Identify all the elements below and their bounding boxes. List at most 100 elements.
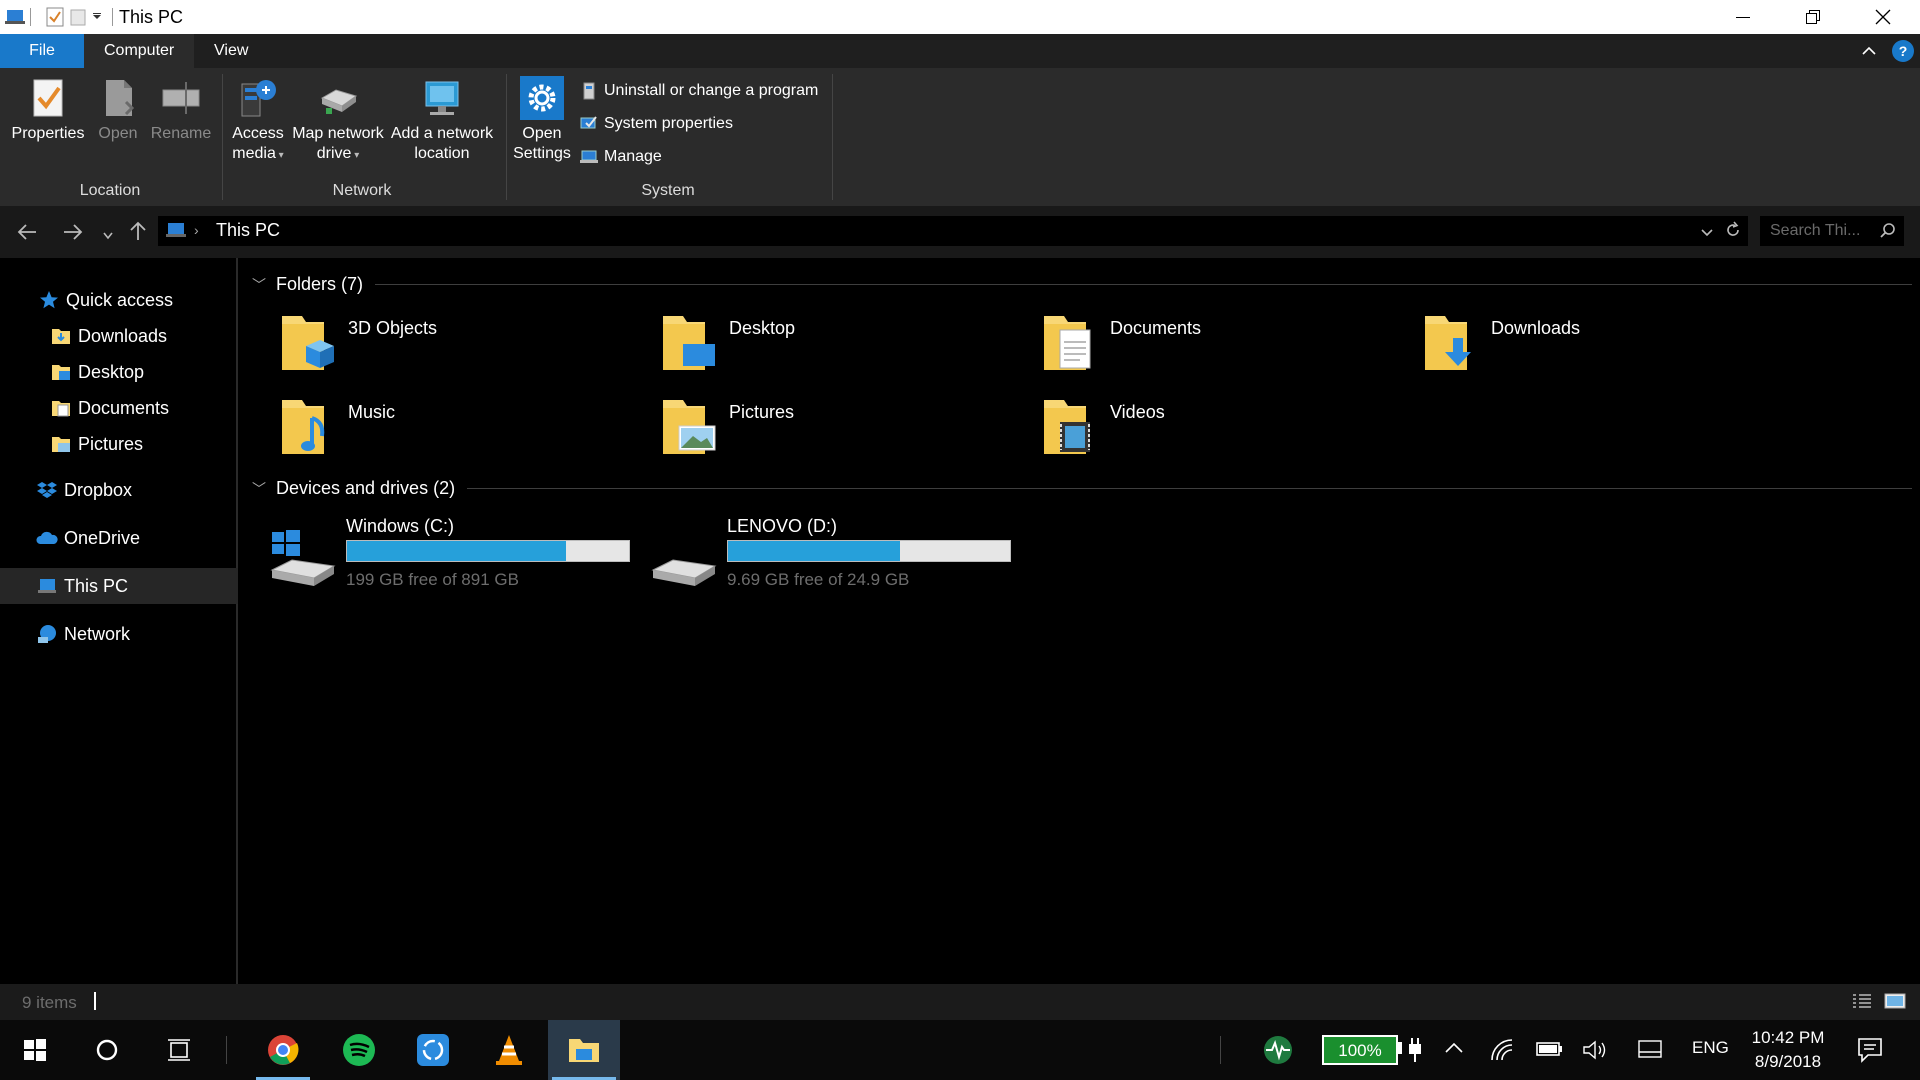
- customize-qat-dropdown-icon[interactable]: [92, 7, 102, 27]
- system-properties-button[interactable]: System properties: [580, 115, 733, 133]
- spotify-taskbar-button[interactable]: [328, 1020, 390, 1080]
- downloads-folder-icon: [1425, 316, 1471, 370]
- close-button[interactable]: [1850, 0, 1916, 34]
- address-bar[interactable]: › This PC: [158, 216, 1748, 246]
- folder-music[interactable]: Music: [278, 392, 638, 472]
- battery-tray-icon[interactable]: [1536, 1040, 1564, 1063]
- nav-quick-access[interactable]: Quick access: [0, 282, 272, 318]
- folder-name: Videos: [1110, 402, 1165, 422]
- window-title: This PC: [119, 7, 184, 27]
- open-button[interactable]: Open: [92, 76, 144, 144]
- search-icon[interactable]: [1880, 222, 1896, 243]
- ribbon-tabs: File Computer View ?: [0, 34, 1920, 68]
- restore-button[interactable]: [1780, 0, 1846, 34]
- devices-section-header[interactable]: ﹀ Devices and drives (2): [252, 478, 1912, 499]
- volume-icon[interactable]: [1582, 1038, 1608, 1067]
- minimize-ribbon-chevron-icon[interactable]: [1860, 42, 1878, 65]
- folder-documents[interactable]: Documents: [1040, 308, 1400, 388]
- forward-arrow-icon[interactable]: [62, 222, 84, 247]
- input-language[interactable]: ENG: [1692, 1038, 1729, 1058]
- access-media-label-1: Access: [232, 125, 284, 142]
- dropbox-icon: [37, 482, 57, 498]
- task-view-icon: [168, 1039, 190, 1061]
- wifi-icon[interactable]: [1490, 1038, 1516, 1067]
- nav-onedrive-label: OneDrive: [64, 527, 141, 548]
- drive-free-space: 199 GB free of 891 GB: [346, 570, 519, 589]
- large-icons-view-icon[interactable]: [1884, 992, 1906, 1015]
- drive-c[interactable]: Windows (C:) 199 GB free of 891 GB: [270, 516, 650, 606]
- vlc-taskbar-button[interactable]: [478, 1020, 540, 1080]
- nav-desktop-label: Desktop: [78, 361, 145, 382]
- folder-desktop[interactable]: Desktop: [659, 308, 1019, 388]
- open-settings-button[interactable]: Open Settings: [512, 76, 572, 164]
- taskbar: 100% ENG 10:42 PM 8/9/2018: [0, 1020, 1920, 1080]
- breadcrumb-chevron-icon[interactable]: ›: [194, 222, 199, 238]
- new-folder-qat-icon[interactable]: [70, 7, 86, 27]
- collapse-chevron-icon[interactable]: ﹀: [252, 479, 266, 499]
- network-icon: [38, 625, 56, 643]
- properties-qat-icon[interactable]: [46, 7, 64, 27]
- task-view-button[interactable]: [148, 1020, 210, 1080]
- touch-keyboard-icon[interactable]: [1638, 1040, 1662, 1065]
- address-dropdown-chevron-icon[interactable]: [1700, 225, 1714, 243]
- start-button[interactable]: [4, 1020, 66, 1080]
- recent-locations-chevron-icon[interactable]: [102, 228, 114, 246]
- open-label: Open: [98, 125, 138, 142]
- rename-button[interactable]: Rename: [148, 76, 214, 144]
- collapse-chevron-icon[interactable]: ﹀: [252, 275, 266, 295]
- battery-nub: [1398, 1042, 1402, 1054]
- nav-this-pc[interactable]: This PC: [0, 568, 270, 604]
- access-media-button[interactable]: Access media ▾: [228, 76, 288, 166]
- help-icon[interactable]: ?: [1892, 40, 1914, 62]
- this-pc-app-icon[interactable]: [4, 7, 26, 27]
- manage-button[interactable]: Manage: [580, 148, 662, 166]
- pictures-folder-icon: [52, 437, 70, 452]
- tab-file[interactable]: File: [0, 34, 84, 68]
- sync-app-taskbar-button[interactable]: [402, 1020, 464, 1080]
- drive-name: Windows (C:): [346, 516, 455, 536]
- folder-downloads[interactable]: Downloads: [1421, 308, 1781, 388]
- drive-usage-bar: [346, 540, 630, 562]
- search-box[interactable]: Search Thi...: [1760, 216, 1904, 246]
- content-pane: ﹀ Folders (7) 3D Objects Desktop Documen…: [238, 258, 1920, 984]
- battery-percent-badge[interactable]: 100%: [1322, 1035, 1398, 1065]
- up-arrow-icon[interactable]: [128, 220, 148, 247]
- action-center-icon[interactable]: [1856, 1036, 1884, 1069]
- tab-computer[interactable]: Computer: [84, 34, 195, 68]
- drive-d[interactable]: LENOVO (D:) 9.69 GB free of 24.9 GB: [651, 516, 1031, 606]
- properties-button[interactable]: Properties: [10, 76, 86, 144]
- spotify-icon: [343, 1034, 375, 1066]
- minimize-button[interactable]: [1710, 0, 1776, 34]
- tab-view[interactable]: View: [194, 34, 268, 68]
- add-network-location-icon: [420, 76, 464, 120]
- back-arrow-icon[interactable]: [16, 222, 38, 247]
- uninstall-program-button[interactable]: Uninstall or change a program: [580, 82, 818, 100]
- videos-folder-icon: [1044, 400, 1090, 454]
- section-divider: [467, 488, 1912, 489]
- show-hidden-icons-chevron-icon[interactable]: [1444, 1040, 1464, 1061]
- nav-dropbox[interactable]: Dropbox: [0, 472, 270, 508]
- details-view-icon[interactable]: [1852, 992, 1872, 1015]
- system-properties-icon: [580, 116, 597, 129]
- file-explorer-taskbar-button[interactable]: [548, 1020, 620, 1080]
- ribbon-separator: [506, 74, 507, 200]
- folder-3d-objects[interactable]: 3D Objects: [278, 308, 638, 388]
- activity-monitor-tray-icon[interactable]: [1262, 1034, 1294, 1071]
- refresh-icon[interactable]: [1724, 221, 1742, 244]
- chrome-taskbar-button[interactable]: [252, 1020, 314, 1080]
- nav-onedrive[interactable]: OneDrive: [0, 520, 270, 556]
- nav-network[interactable]: Network: [0, 616, 270, 652]
- map-network-drive-button[interactable]: Map network drive ▾: [290, 76, 386, 166]
- pictures-folder-icon: [663, 400, 716, 454]
- folders-section-header[interactable]: ﹀ Folders (7): [252, 274, 1912, 295]
- uninstall-program-icon: [583, 82, 595, 100]
- folder-videos[interactable]: Videos: [1040, 392, 1400, 472]
- add-network-location-button[interactable]: Add a network location: [390, 76, 494, 164]
- power-plug-icon[interactable]: [1406, 1036, 1424, 1069]
- clock[interactable]: 10:42 PM 8/9/2018: [1748, 1026, 1828, 1074]
- folder-pictures[interactable]: Pictures: [659, 392, 1019, 472]
- cortana-button[interactable]: [76, 1020, 138, 1080]
- this-pc-address-icon: [164, 221, 188, 246]
- search-input[interactable]: Search Thi...: [1770, 222, 1860, 240]
- breadcrumb-this-pc[interactable]: This PC: [216, 220, 280, 241]
